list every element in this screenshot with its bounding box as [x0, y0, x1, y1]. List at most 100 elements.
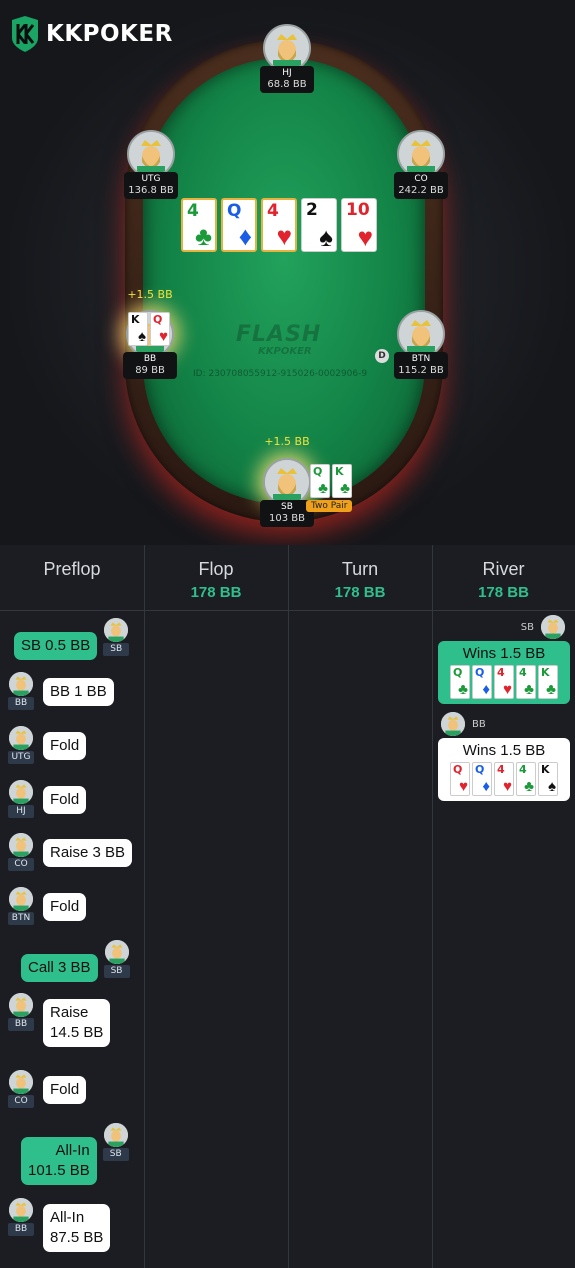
hole-card: K ♠	[128, 312, 148, 346]
board-card: 4 ♥	[261, 198, 297, 252]
seat-btn[interactable]: BTN 115.2 BB	[386, 310, 456, 379]
position-tag: SB	[103, 965, 130, 978]
king-avatar-icon	[9, 726, 33, 750]
best-hand-cards: Q ♣ Q ♦ 4 ♥ 4 ♣ K ♣	[442, 665, 566, 699]
poker-table-view: KKPOKER FLASH KKPOKER ID: 230708055912-9…	[0, 0, 575, 545]
column-divider	[432, 545, 433, 1268]
position-tag: SB	[103, 643, 130, 656]
winner-position: BB	[472, 718, 486, 730]
seat-name: UTG	[141, 174, 161, 184]
street-name: River	[482, 559, 525, 579]
flash-watermark: FLASH	[236, 322, 322, 347]
action-bubble: Fold	[43, 1076, 87, 1104]
hand-rank-badge: Two Pair	[306, 500, 353, 512]
action-item: Call 3 BB SB	[21, 940, 130, 982]
seat-stack: 103 BB	[269, 513, 305, 524]
tab-preflop[interactable]: Preflop	[0, 545, 144, 611]
action-bubble: SB 0.5 BB	[14, 632, 98, 660]
action-bubble: Fold	[43, 893, 87, 921]
sb-hole-cards: Q ♣ K ♣	[310, 464, 352, 498]
position-tag: BB	[8, 1018, 34, 1031]
seat-name: CO	[414, 174, 428, 184]
position-tag: BB	[8, 1223, 34, 1236]
street-pot: 178 BB	[478, 584, 529, 601]
street-pot: 178 BB	[334, 584, 386, 601]
position-tag: CO	[8, 858, 34, 871]
action-item: HJ Fold	[8, 780, 87, 818]
hand-history: Preflop Flop 178 BB Turn 178 BB River 178 B…	[0, 545, 575, 1268]
winnings-box: Wins 1.5 BB Q ♣ Q ♦ 4 ♥ 4 ♣ K ♣	[438, 641, 570, 704]
position-tag: SB	[102, 1148, 129, 1161]
winnings-label: Wins 1.5 BB	[462, 645, 546, 662]
bubble-line: 101.5 BB	[28, 1162, 90, 1179]
hole-card: K ♣	[332, 464, 352, 498]
action-bubble: Fold	[43, 732, 87, 760]
winnings-label: Wins 1.5 BB	[462, 742, 546, 759]
king-avatar-icon	[9, 780, 33, 804]
seat-hj[interactable]: HJ 68.8 BB	[252, 24, 322, 93]
king-avatar-icon	[104, 940, 129, 964]
bb-hole-cards: K ♠ Q ♥	[128, 312, 170, 346]
bubble-line: 14.5 BB	[50, 1024, 104, 1041]
river-result-bb: BB Wins 1.5 BB Q ♥ Q ♦ 4 ♥ 4 ♣ K ♠	[434, 710, 574, 801]
action-item: BB BB 1 BB	[8, 672, 114, 710]
avatar	[263, 24, 311, 72]
kkpoker-watermark: KKPOKER	[258, 346, 312, 357]
position-tag: HJ	[8, 805, 34, 818]
action-bubble: Raise 3 BB	[43, 839, 133, 867]
hole-card: Q ♣	[310, 464, 330, 498]
winnings-box: Wins 1.5 BB Q ♥ Q ♦ 4 ♥ 4 ♣ K ♠	[438, 738, 570, 801]
board-card: 10 ♥	[341, 198, 377, 252]
river-result-sb: SB Wins 1.5 BB Q ♣ Q ♦ 4 ♥ 4 ♣ K ♣	[434, 613, 574, 704]
seat-utg[interactable]: UTG 136.8 BB	[116, 130, 186, 199]
street-pot: 178 BB	[190, 584, 242, 601]
position-tag: BTN	[8, 912, 34, 925]
king-avatar-icon	[9, 833, 33, 857]
action-item: BB Raise 14.5 BB	[8, 993, 111, 1047]
king-avatar-icon	[441, 712, 465, 736]
bubble-line: All-In	[55, 1142, 90, 1159]
logo: KKPOKER	[10, 16, 173, 52]
sb-gain: +1.5 BB	[264, 435, 310, 448]
king-avatar-icon	[399, 132, 443, 176]
action-item: BTN Fold	[8, 887, 87, 925]
kkpoker-shield-icon	[12, 16, 38, 52]
board-card: 4 ♣	[181, 198, 217, 252]
seat-stack: 115.2 BB	[398, 365, 444, 376]
seat-stack: 89 BB	[135, 365, 165, 376]
avatar	[397, 310, 445, 358]
position-tag: BB	[8, 697, 34, 710]
board-card: 2 ♠	[301, 198, 337, 252]
street-name: Flop	[198, 559, 234, 579]
position-tag: UTG	[8, 751, 34, 764]
action-item: UTG Fold	[8, 726, 87, 764]
action-bubble: Raise 14.5 BB	[43, 999, 111, 1047]
king-avatar-icon	[9, 1198, 33, 1222]
bubble-line: 87.5 BB	[50, 1229, 104, 1246]
column-divider	[144, 545, 145, 1268]
king-avatar-icon	[541, 615, 565, 639]
bubble-line: All-In	[50, 1209, 85, 1226]
king-avatar-icon	[129, 132, 173, 176]
tab-turn[interactable]: Turn 178 BB	[288, 545, 432, 611]
tab-flop[interactable]: Flop 178 BB	[144, 545, 288, 611]
action-bubble: All-In 87.5 BB	[43, 1204, 111, 1252]
community-cards: 4 ♣ Q ♦ 4 ♥ 2 ♠ 10 ♥	[181, 198, 377, 252]
action-item: SB 0.5 BB SB	[14, 618, 130, 660]
board-card: Q ♦	[221, 198, 257, 252]
avatar	[263, 458, 311, 506]
winner-position: SB	[520, 621, 534, 633]
hand-id: ID: 230708055912-915026-0002906-9	[193, 369, 368, 379]
action-bubble: BB 1 BB	[43, 678, 114, 706]
street-name: Turn	[341, 559, 379, 579]
king-avatar-icon	[399, 312, 443, 356]
tab-river[interactable]: River 178 BB	[432, 545, 575, 611]
logo-text: KKPOKER	[46, 21, 173, 47]
seat-stack: 136.8 BB	[128, 185, 174, 196]
seat-stack: 68.8 BB	[267, 79, 307, 90]
king-avatar-icon	[265, 460, 309, 504]
king-avatar-icon	[9, 672, 33, 696]
seat-co[interactable]: CO 242.2 BB	[386, 130, 456, 199]
bubble-line: Raise	[50, 1004, 89, 1021]
action-bubble: All-In 101.5 BB	[21, 1137, 97, 1185]
